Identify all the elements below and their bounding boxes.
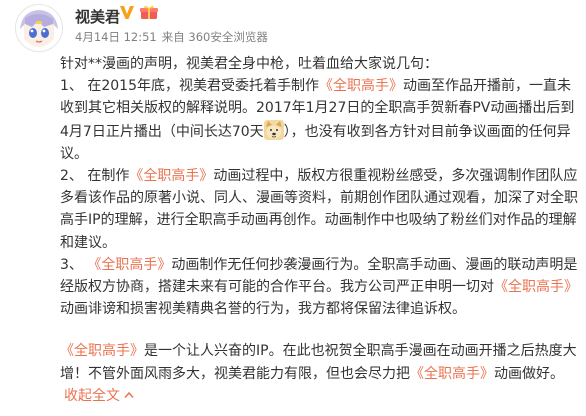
post-paragraph-intro: 针对**漫画的声明，视美君全身中枪，吐着血给大家说几句： xyxy=(60,53,580,75)
user-badges xyxy=(119,4,159,20)
avatar[interactable] xyxy=(15,4,63,52)
post-text-segment: 2、 在制作 xyxy=(60,168,130,185)
title-link[interactable]: 《全职高手》 xyxy=(410,366,494,382)
chevron-up-icon[interactable] xyxy=(123,390,135,400)
post-text-segment: 动画诽谤和损害视美精典名誉的行为，我方都将保留法律追诉权。 xyxy=(60,301,466,318)
doge-emoji-icon xyxy=(263,119,284,140)
verified-v-icon[interactable] xyxy=(119,4,135,20)
post-text-segment: 针对**漫画的声明，视美君全身中枪，吐着血给大家说几句： xyxy=(60,56,438,72)
post-meta: 4月14日 12:51 来自 360安全浏览器 xyxy=(75,29,273,45)
title-link[interactable]: 《全职高手》 xyxy=(319,78,403,94)
post-text-segment: 1、 在2015年底，视美君受委托着手制作 xyxy=(60,78,319,95)
post-paragraph-closing: 《全职高手》是一个让人兴奋的IP。在此也祝贺全职高手漫画在动画开播之后热度大增！… xyxy=(60,340,580,407)
anime-face-avatar-icon xyxy=(16,5,62,51)
title-link[interactable]: 《全职高手》 xyxy=(494,279,578,295)
post-source[interactable]: 来自 360安全浏览器 xyxy=(162,30,268,44)
gift-box-icon[interactable] xyxy=(139,4,159,20)
title-link[interactable]: 《全职高手》 xyxy=(87,257,171,273)
user-name[interactable]: 视美君 xyxy=(75,6,120,27)
post-text: 针对**漫画的声明，视美君全身中枪，吐着血给大家说几句： 1、 在2015年底，… xyxy=(60,53,580,407)
post-paragraph-1: 1、 在2015年底，视美君受委托着手制作《全职高手》动画至作品开播前，一直未收… xyxy=(60,75,580,165)
post-date[interactable]: 4月14日 12:51 xyxy=(75,30,157,44)
post-paragraph-2: 2、 在制作《全职高手》动画过程中，版权方很重视粉丝感受，多次强调制作团队应多看… xyxy=(60,165,580,254)
title-link[interactable]: 《全职高手》 xyxy=(60,343,144,359)
post-paragraph-3: 3、 《全职高手》动画制作无任何抄袭漫画行为。全职高手动画、漫画的联动声明是经版… xyxy=(60,254,580,321)
post-text-segment: 动画做好。 xyxy=(494,365,564,382)
collapse-full-text-link[interactable]: 收起全文 xyxy=(64,388,120,404)
title-link[interactable]: 《全职高手》 xyxy=(129,168,213,184)
post-text-segment: 3、 xyxy=(60,256,88,273)
